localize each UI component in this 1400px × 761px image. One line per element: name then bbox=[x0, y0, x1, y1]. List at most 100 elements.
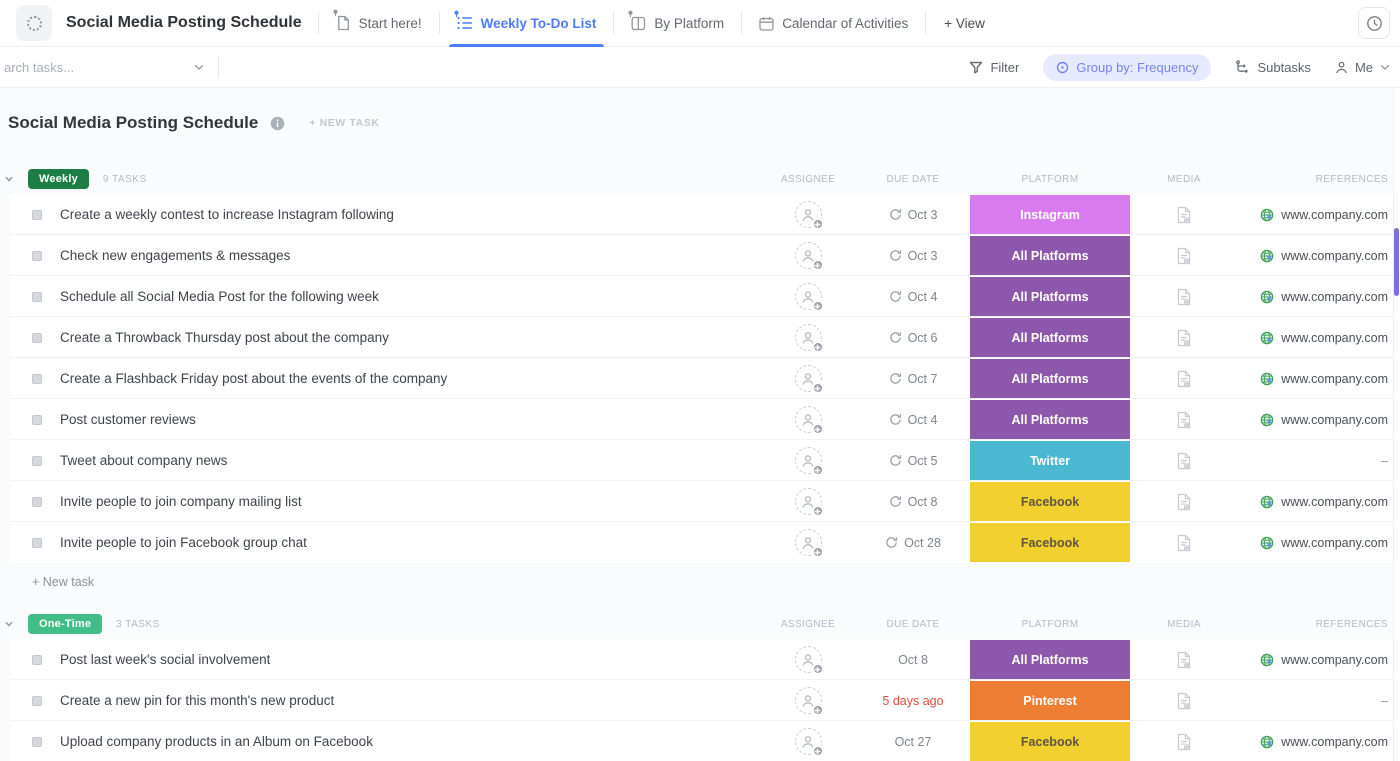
add-assignee-button[interactable] bbox=[795, 447, 822, 474]
reference-link[interactable]: www.company.com bbox=[1281, 495, 1388, 509]
filter-button[interactable]: Filter bbox=[969, 60, 1019, 75]
clock-button[interactable] bbox=[1358, 7, 1390, 39]
task-status-icon[interactable] bbox=[32, 696, 42, 706]
task-status-icon[interactable] bbox=[32, 333, 42, 343]
add-assignee-button[interactable] bbox=[795, 324, 822, 351]
tab-calendar-of-activities[interactable]: Calendar of Activities bbox=[742, 0, 925, 47]
media-attachment-icon[interactable] bbox=[1176, 651, 1192, 669]
due-date[interactable]: Oct 27 bbox=[858, 735, 968, 749]
media-attachment-icon[interactable] bbox=[1176, 733, 1192, 751]
media-attachment-icon[interactable] bbox=[1176, 247, 1192, 265]
add-view-button[interactable]: + View bbox=[926, 16, 1003, 31]
group-by-button[interactable]: Group by: Frequency bbox=[1043, 54, 1211, 81]
collapse-chevron-icon[interactable] bbox=[4, 174, 14, 184]
platform-badge[interactable]: Facebook bbox=[970, 523, 1130, 562]
task-status-icon[interactable] bbox=[32, 292, 42, 302]
due-date[interactable]: Oct 8 bbox=[858, 653, 968, 667]
task-title[interactable]: Create a Throwback Thursday post about t… bbox=[60, 330, 389, 345]
tab-weekly-to-do-list[interactable]: Weekly To-Do List bbox=[440, 0, 614, 47]
platform-badge[interactable]: All Platforms bbox=[970, 640, 1130, 679]
due-date[interactable]: Oct 3 bbox=[858, 208, 968, 222]
task-title[interactable]: Create a new pin for this month's new pr… bbox=[60, 693, 334, 708]
add-assignee-button[interactable] bbox=[795, 365, 822, 392]
reference-link[interactable]: www.company.com bbox=[1281, 653, 1388, 667]
task-title[interactable]: Upload company products in an Album on F… bbox=[60, 734, 373, 749]
group-badge[interactable]: One-Time bbox=[28, 614, 102, 634]
media-attachment-icon[interactable] bbox=[1176, 452, 1192, 470]
search-tasks-input[interactable]: arch tasks... bbox=[0, 47, 218, 87]
info-icon[interactable] bbox=[270, 116, 285, 131]
platform-badge[interactable]: All Platforms bbox=[970, 318, 1130, 357]
platform-badge[interactable]: Facebook bbox=[970, 722, 1130, 761]
media-attachment-icon[interactable] bbox=[1176, 411, 1192, 429]
media-attachment-icon[interactable] bbox=[1176, 370, 1192, 388]
due-date[interactable]: 5 days ago bbox=[858, 694, 968, 708]
subtasks-button[interactable]: Subtasks bbox=[1235, 60, 1310, 75]
collapse-chevron-icon[interactable] bbox=[4, 619, 14, 629]
reference-link[interactable]: www.company.com bbox=[1281, 413, 1388, 427]
task-status-icon[interactable] bbox=[32, 374, 42, 384]
reference-link[interactable]: www.company.com bbox=[1281, 208, 1388, 222]
add-assignee-button[interactable] bbox=[795, 529, 822, 556]
add-assignee-button[interactable] bbox=[795, 687, 822, 714]
add-assignee-button[interactable] bbox=[795, 488, 822, 515]
me-button[interactable]: Me bbox=[1335, 60, 1390, 75]
task-status-icon[interactable] bbox=[32, 210, 42, 220]
task-status-icon[interactable] bbox=[32, 737, 42, 747]
reference-link[interactable]: www.company.com bbox=[1281, 290, 1388, 304]
add-assignee-button[interactable] bbox=[795, 646, 822, 673]
task-title[interactable]: Check new engagements & messages bbox=[60, 248, 290, 263]
scrollbar-thumb[interactable] bbox=[1394, 228, 1399, 296]
task-title[interactable]: Schedule all Social Media Post for the f… bbox=[60, 289, 379, 304]
reference-link[interactable]: www.company.com bbox=[1281, 372, 1388, 386]
platform-badge[interactable]: Pinterest bbox=[970, 681, 1130, 720]
reference-link[interactable]: www.company.com bbox=[1281, 331, 1388, 345]
group-badge[interactable]: Weekly bbox=[28, 169, 89, 189]
media-attachment-icon[interactable] bbox=[1176, 206, 1192, 224]
task-title[interactable]: Post last week's social involvement bbox=[60, 652, 270, 667]
due-date[interactable]: Oct 8 bbox=[858, 495, 968, 509]
tab-by-platform[interactable]: By Platform bbox=[614, 0, 741, 47]
platform-badge[interactable]: Twitter bbox=[970, 441, 1130, 480]
platform-badge[interactable]: Instagram bbox=[970, 195, 1130, 234]
platform-badge[interactable]: All Platforms bbox=[970, 400, 1130, 439]
platform-badge[interactable]: All Platforms bbox=[970, 236, 1130, 275]
task-title[interactable]: Invite people to join Facebook group cha… bbox=[60, 535, 307, 550]
task-title[interactable]: Invite people to join company mailing li… bbox=[60, 494, 302, 509]
media-attachment-icon[interactable] bbox=[1176, 288, 1192, 306]
add-assignee-button[interactable] bbox=[795, 242, 822, 269]
task-status-icon[interactable] bbox=[32, 655, 42, 665]
due-date[interactable]: Oct 6 bbox=[858, 331, 968, 345]
due-date[interactable]: Oct 3 bbox=[858, 249, 968, 263]
platform-badge[interactable]: All Platforms bbox=[970, 277, 1130, 316]
due-date[interactable]: Oct 28 bbox=[858, 536, 968, 550]
media-attachment-icon[interactable] bbox=[1176, 493, 1192, 511]
due-date[interactable]: Oct 4 bbox=[858, 413, 968, 427]
task-status-icon[interactable] bbox=[32, 456, 42, 466]
reference-link[interactable]: www.company.com bbox=[1281, 735, 1388, 749]
add-assignee-button[interactable] bbox=[795, 728, 822, 755]
due-date[interactable]: Oct 4 bbox=[858, 290, 968, 304]
due-date[interactable]: Oct 7 bbox=[858, 372, 968, 386]
task-title[interactable]: Post customer reviews bbox=[60, 412, 196, 427]
task-title[interactable]: Create a Flashback Friday post about the… bbox=[60, 371, 447, 386]
media-attachment-icon[interactable] bbox=[1176, 329, 1192, 347]
tab-start-here[interactable]: Start here! bbox=[319, 0, 439, 47]
task-status-icon[interactable] bbox=[32, 497, 42, 507]
task-title[interactable]: Create a weekly contest to increase Inst… bbox=[60, 207, 394, 222]
task-status-icon[interactable] bbox=[32, 538, 42, 548]
task-title[interactable]: Tweet about company news bbox=[60, 453, 227, 468]
due-date[interactable]: Oct 5 bbox=[858, 454, 968, 468]
list-spinner-button[interactable] bbox=[16, 5, 52, 41]
reference-link[interactable]: www.company.com bbox=[1281, 249, 1388, 263]
add-task-button[interactable]: + New task bbox=[10, 563, 1396, 589]
platform-badge[interactable]: Facebook bbox=[970, 482, 1130, 521]
new-task-button[interactable]: + NEW TASK bbox=[303, 116, 385, 130]
task-status-icon[interactable] bbox=[32, 415, 42, 425]
chevron-down-icon[interactable] bbox=[194, 64, 204, 71]
task-status-icon[interactable] bbox=[32, 251, 42, 261]
add-assignee-button[interactable] bbox=[795, 201, 822, 228]
reference-link[interactable]: www.company.com bbox=[1281, 536, 1388, 550]
media-attachment-icon[interactable] bbox=[1176, 534, 1192, 552]
platform-badge[interactable]: All Platforms bbox=[970, 359, 1130, 398]
